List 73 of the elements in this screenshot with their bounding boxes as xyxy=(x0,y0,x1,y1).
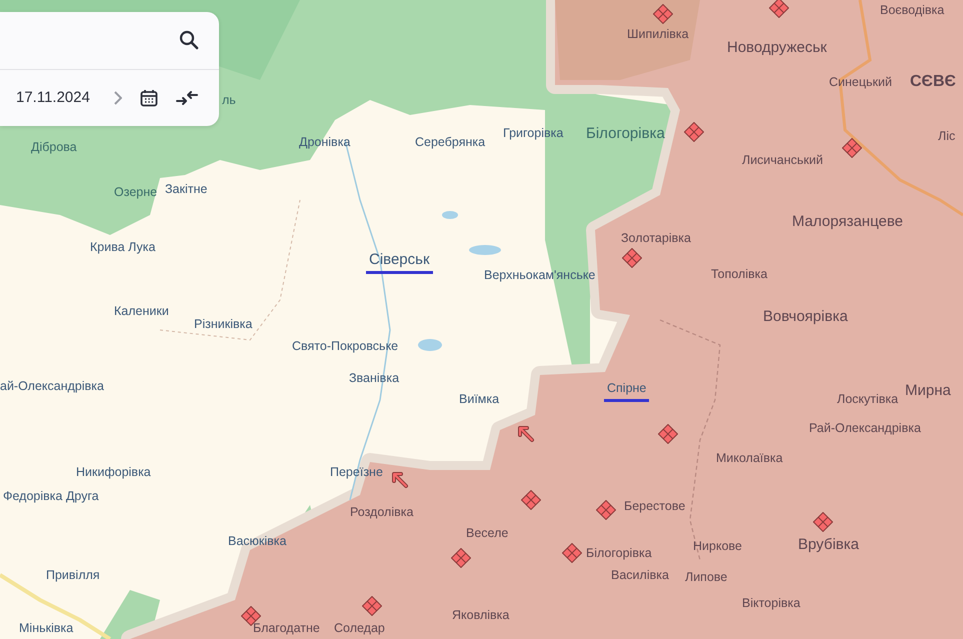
place-name: Васюківка xyxy=(228,533,286,550)
place-name: Верхньокам'янське xyxy=(484,267,596,284)
place-name: Ниркове xyxy=(693,538,742,555)
diamond-marker-icon xyxy=(842,138,862,158)
lake-drawing xyxy=(442,211,458,219)
place-name: Федорівка Друга xyxy=(3,488,99,505)
place-name: ль xyxy=(222,92,236,109)
place-name: Тополівка xyxy=(711,266,768,283)
place-name: Крива Лука xyxy=(90,239,156,256)
place-name: Григорівка xyxy=(503,125,564,142)
diamond-marker-icon xyxy=(653,4,673,24)
lake-drawing xyxy=(469,245,501,255)
place-name: Виїмка xyxy=(459,391,500,408)
place-name: Яковлівка xyxy=(452,607,510,624)
diamond-marker-icon xyxy=(362,596,382,616)
place-name: Липове xyxy=(685,569,728,586)
place-name: Воєводівка xyxy=(880,2,944,19)
place-name: Соледар xyxy=(334,620,385,637)
place-name: Роздолівка xyxy=(350,504,414,521)
diamond-marker-icon xyxy=(658,424,678,444)
place-name: Переїзне xyxy=(330,464,383,481)
arrow-icon xyxy=(391,471,409,489)
place-name: Благодатне xyxy=(253,620,320,637)
place-name: Берестове xyxy=(624,498,686,515)
place-name: Василівка xyxy=(611,567,669,584)
place-name: Привілля xyxy=(46,567,100,584)
place-name: Малорязанцеве xyxy=(792,213,903,231)
place-name: Свято-Покровське xyxy=(292,338,398,355)
diamond-marker-icon xyxy=(813,512,833,532)
diamond-marker-icon xyxy=(562,543,582,563)
place-name: Білогорівка xyxy=(586,125,665,143)
place-name: Каленики xyxy=(114,303,169,320)
calendar-icon xyxy=(140,88,158,107)
arrow-icon xyxy=(517,425,535,443)
diamond-marker-icon xyxy=(521,490,541,510)
place-name: Лисичанський xyxy=(742,152,823,169)
place-name: Озерне xyxy=(114,184,158,201)
place-name: Веселе xyxy=(466,525,508,542)
place-name: Діброва xyxy=(31,139,77,156)
place-name: Вікторівка xyxy=(742,595,800,612)
place-name: Закітне xyxy=(165,181,208,198)
place-name: Ліс xyxy=(938,128,956,145)
place-name: Лоскутівка xyxy=(837,391,898,408)
place-name: Золотарівка xyxy=(621,230,691,247)
place-name: СЄВЄ xyxy=(910,73,956,91)
place-name: Різниківка xyxy=(194,316,252,333)
place-name: Вовчоярівка xyxy=(763,308,848,326)
date-label: 17.11.2024 xyxy=(16,89,90,106)
place-name: Миколаївка xyxy=(716,450,783,467)
place-name: Дронівка xyxy=(299,134,350,151)
place-name: Білогорівка xyxy=(586,545,652,562)
search-icon xyxy=(179,30,199,50)
place-name: Синецький xyxy=(829,74,892,91)
diamond-marker-icon xyxy=(769,0,789,18)
place-name: Рай-Олександрівка xyxy=(809,420,921,437)
place-name: Спірне xyxy=(604,379,650,402)
place-name: Званівка xyxy=(349,370,400,387)
lake-drawing xyxy=(418,339,442,351)
place-name: Сіверськ xyxy=(366,251,433,274)
arrows-inward-icon xyxy=(176,90,198,106)
chevron-right-icon xyxy=(114,90,122,105)
diamond-marker-icon xyxy=(596,500,616,520)
place-name: ай-Олександрівка xyxy=(0,378,104,395)
diamond-marker-icon xyxy=(451,548,471,568)
place-name: Врубівка xyxy=(798,536,859,554)
place-name: Серебрянка xyxy=(415,134,486,151)
diamond-marker-icon xyxy=(622,248,642,268)
place-name: Шипилівка xyxy=(627,26,689,43)
place-name: Міньківка xyxy=(19,620,74,637)
diamond-marker-icon xyxy=(684,122,704,142)
place-name: Новодружеськ xyxy=(727,39,827,57)
place-name: Никифорівка xyxy=(76,464,151,481)
place-name: Мирна xyxy=(905,382,951,400)
